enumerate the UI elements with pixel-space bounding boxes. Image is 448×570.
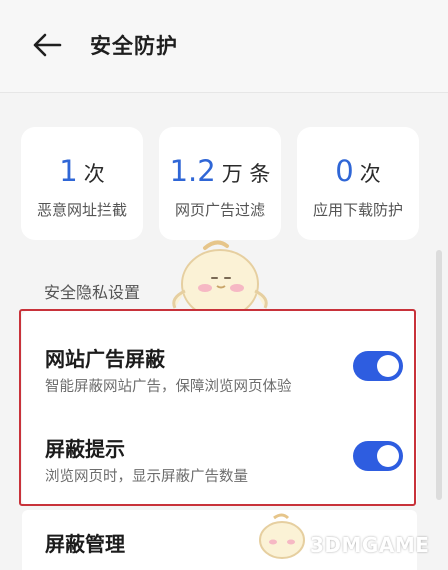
setting-description: 智能屏蔽网站广告，保障浏览网页体验 xyxy=(45,379,292,395)
setting-title: 网站广告屏蔽 xyxy=(45,347,165,371)
section-title: 安全隐私设置 xyxy=(44,283,141,302)
setting-description: 浏览网页时，显示屏蔽广告数量 xyxy=(45,469,248,485)
block-management-title: 屏蔽管理 xyxy=(45,532,125,556)
stat-unit: 万 条 xyxy=(221,162,271,186)
stat-card-malicious-url: 1次 恶意网址拦截 xyxy=(21,127,143,240)
setting-row-ad-block[interactable]: 网站广告屏蔽 智能屏蔽网站广告，保障浏览网页体验 xyxy=(22,311,417,401)
scrollbar[interactable] xyxy=(436,250,442,500)
stat-label: 恶意网址拦截 xyxy=(36,201,127,219)
stat-unit: 次 xyxy=(359,162,381,186)
watermark-mascot-icon xyxy=(259,513,305,559)
app-header: 安全防护 xyxy=(0,0,448,93)
stat-value: 0次 xyxy=(297,151,419,191)
stat-number: 1.2 xyxy=(169,154,216,188)
stat-card-ad-filter: 1.2 万 条 网页广告过滤 xyxy=(159,127,281,240)
stat-value: 1次 xyxy=(21,151,143,191)
stat-label: 网页广告过滤 xyxy=(174,201,265,219)
toggle-knob xyxy=(377,355,399,377)
arrow-left-icon[interactable] xyxy=(30,31,62,59)
stat-number: 0 xyxy=(335,154,354,188)
toggle-knob xyxy=(377,445,399,467)
stat-value: 1.2 万 条 xyxy=(159,151,281,191)
watermark-text: 3DMGAME xyxy=(310,533,430,557)
stat-unit: 次 xyxy=(83,162,105,186)
block-hint-toggle[interactable] xyxy=(353,441,403,471)
settings-card: 网站广告屏蔽 智能屏蔽网站广告，保障浏览网页体验 屏蔽提示 浏览网页时，显示屏蔽… xyxy=(22,311,417,505)
page-title: 安全防护 xyxy=(90,34,178,58)
stat-label: 应用下载防护 xyxy=(312,201,403,219)
ad-block-toggle[interactable] xyxy=(353,351,403,381)
stat-card-download-protection: 0次 应用下载防护 xyxy=(297,127,419,240)
stat-number: 1 xyxy=(59,154,78,188)
setting-title: 屏蔽提示 xyxy=(45,437,125,461)
setting-row-block-hint[interactable]: 屏蔽提示 浏览网页时，显示屏蔽广告数量 xyxy=(22,401,417,491)
